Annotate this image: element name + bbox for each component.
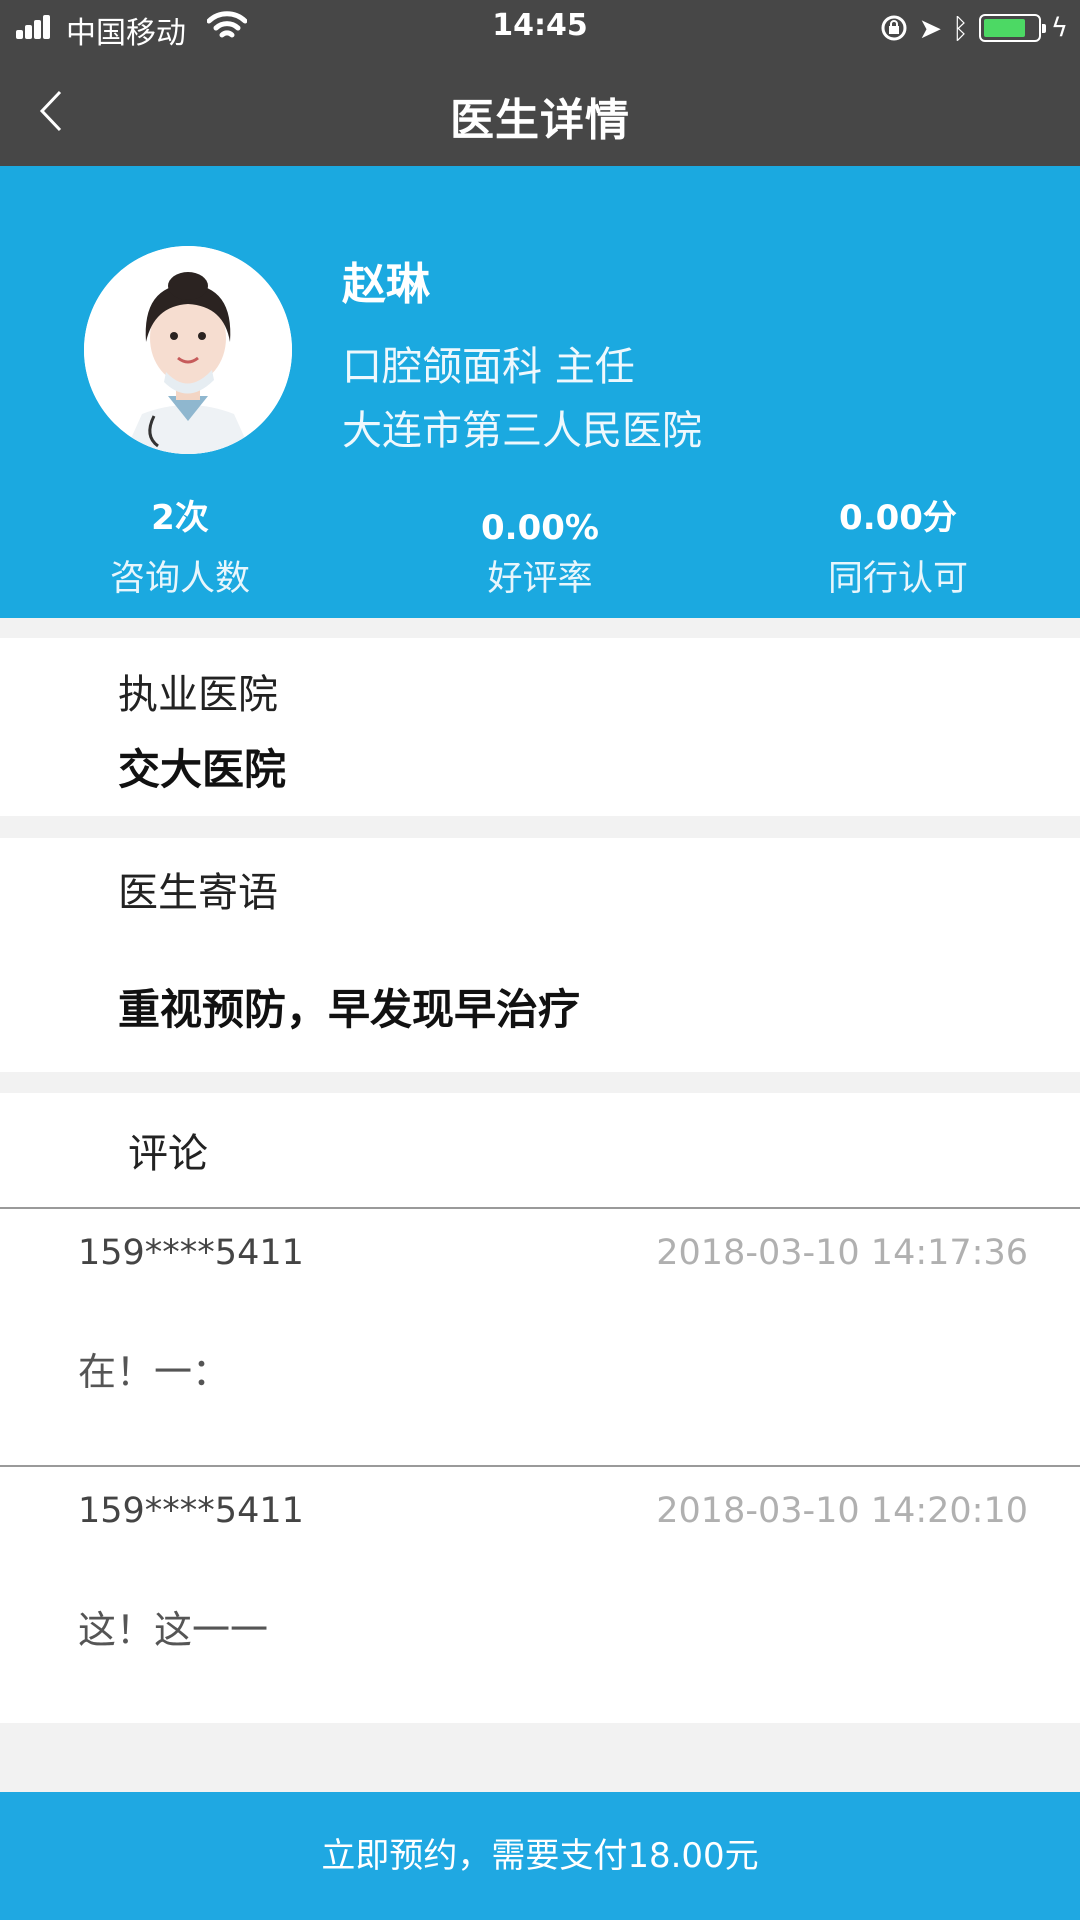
doctor-avatar xyxy=(84,246,292,454)
comment-text: 在！一： xyxy=(78,1350,231,1394)
avatar-illustration-icon xyxy=(84,246,292,454)
comment-time: 2018-03-10 14:20:10 xyxy=(656,1491,1028,1531)
stat-rating: 0.00% 好评率 xyxy=(390,488,690,601)
comment-user: 159****5411 xyxy=(78,1491,304,1531)
comment-user: 159****5411 xyxy=(78,1233,304,1273)
status-bar: 中国移动 14:45 ➤ ᛒ ϟ xyxy=(0,0,1080,54)
doctor-message-card: 医生寄语 重视预防，早发现早治疗 xyxy=(0,838,1080,1072)
stat-value: 0.00分 xyxy=(839,498,957,538)
rotation-lock-icon xyxy=(881,15,907,41)
top-bar: 中国移动 14:45 ➤ ᛒ ϟ 医生详情 xyxy=(0,0,1080,166)
bluetooth-icon: ᛒ xyxy=(952,11,969,45)
page-title: 医生详情 xyxy=(450,95,630,146)
doctor-department: 口腔颌面科 主任 xyxy=(342,344,635,390)
doctor-hospital: 大连市第三人民医院 xyxy=(342,408,702,454)
divider xyxy=(0,1465,1080,1467)
practice-value: 交大医院 xyxy=(118,745,287,794)
book-appointment-button[interactable]: 立即预约，需要支付18.00元 xyxy=(0,1792,1080,1920)
comment-text: 这！这一一 xyxy=(78,1608,269,1652)
battery-fill xyxy=(983,19,1026,37)
stat-consultations: 2次 咨询人数 xyxy=(30,488,330,601)
charging-bolt-icon: ϟ xyxy=(1050,13,1068,43)
stat-label: 咨询人数 xyxy=(109,559,250,599)
comment-time: 2018-03-10 14:17:36 xyxy=(656,1233,1028,1273)
doctor-name: 赵琳 xyxy=(342,259,430,310)
location-arrow-icon: ➤ xyxy=(918,11,943,45)
practice-hospital-card: 执业医院 交大医院 xyxy=(0,638,1080,816)
divider xyxy=(0,1207,1080,1209)
stat-label: 同行认可 xyxy=(827,559,968,599)
doctor-profile: 赵琳 口腔颌面科 主任 大连市第三人民医院 2次 咨询人数 0.00% 好评率 … xyxy=(0,166,1080,618)
doctor-detail-page: 中国移动 14:45 ➤ ᛒ ϟ 医生详情 赵琳 口腔颌面科 主任 大连市第三人… xyxy=(0,0,1080,1920)
comments-heading: 评论 xyxy=(128,1131,208,1177)
nav-bar: 医生详情 xyxy=(0,54,1080,166)
stat-value: 0.00% xyxy=(481,508,599,548)
message-value: 重视预防，早发现早治疗 xyxy=(118,985,581,1034)
status-icons: ➤ ᛒ ϟ xyxy=(879,8,1068,48)
battery-icon xyxy=(978,14,1046,42)
stat-peer-recognition: 0.00分 同行认可 xyxy=(748,488,1048,601)
message-label: 医生寄语 xyxy=(118,870,278,916)
comments-section: 评论 159****5411 2018-03-10 14:17:36 在！一： … xyxy=(0,1093,1080,1723)
stat-label: 好评率 xyxy=(487,559,593,599)
practice-label: 执业医院 xyxy=(118,672,278,718)
stat-value: 2次 xyxy=(151,498,209,538)
